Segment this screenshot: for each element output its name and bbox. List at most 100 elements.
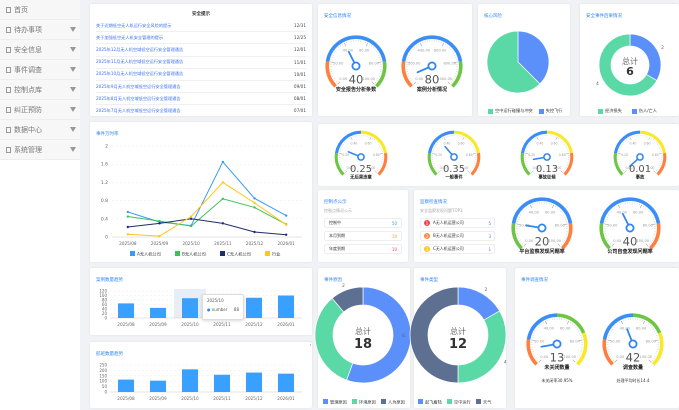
- gauge-tick-label: 60.00: [359, 48, 370, 52]
- slice-value-label: 4: [504, 360, 507, 366]
- gauge-tick: [374, 81, 377, 83]
- card-subtitle: 安全监察发现问题TOP3: [420, 208, 463, 213]
- notice-link[interactable]: 2025年8月无人机空域低空运行安全管理通告: [96, 96, 181, 102]
- gauge-tick-label: 0.60: [365, 141, 372, 145]
- notice-link[interactable]: 2025年12月无人机空域低空运行安全管理通告: [96, 47, 183, 53]
- data-point: [158, 234, 161, 238]
- total-label: 总计: [355, 326, 371, 336]
- gauge-tick: [645, 243, 649, 247]
- sidebar-item[interactable]: 首页: [0, 0, 80, 20]
- gauge-tick: [609, 332, 611, 334]
- notice-link[interactable]: 2025年10月无人机空域低空运行安全管理通告: [96, 71, 183, 77]
- sidebar-item[interactable]: 数据中心: [0, 120, 80, 140]
- data-point: [126, 210, 130, 214]
- legend-item[interactable]: 伤人/亡人: [631, 108, 657, 114]
- gauge-tick: [345, 170, 348, 173]
- chevron-down-icon[interactable]: [70, 47, 76, 52]
- notice-row[interactable]: 2025年7月无人机空域低空运行安全管理通告 07/01: [96, 105, 306, 118]
- notice-link[interactable]: 关于近期低空无人机运行安全风险的提示: [96, 23, 171, 29]
- gauge-value: 80: [425, 72, 440, 86]
- top3-row[interactable]: 3 C无人机运营公司 1: [420, 244, 495, 254]
- sidebar-item[interactable]: 待办事项: [0, 20, 80, 40]
- gauge-tick: [519, 214, 522, 216]
- gauge-tick: [652, 237, 654, 239]
- gauge-tick: [561, 140, 563, 142]
- gauge-tick: [437, 142, 439, 144]
- data-point: [284, 233, 288, 236]
- gauge-pivot: [552, 339, 562, 349]
- top3-row[interactable]: 2 B无人机运营公司 3: [420, 231, 495, 241]
- gauge-tick: [560, 170, 563, 173]
- notice-row[interactable]: 2025年8月无人机空域低空运行安全管理通告 08/01: [96, 93, 306, 106]
- gauge-tick: [614, 359, 618, 363]
- legend-swatch: [418, 399, 423, 404]
- gauge-tick: [608, 241, 610, 243]
- gauge-pivot: [537, 223, 547, 233]
- control-point-row[interactable]: 本月到期 10: [324, 231, 402, 241]
- event-rate-line-chart: 0 0.4 0.8 1.2 1.6 2 2025/08 2025/09 2025/10 2025/…: [101, 144, 302, 258]
- legend-item[interactable]: 经济损失: [598, 108, 622, 114]
- gauge-tick: [657, 168, 659, 170]
- legend-label: C无人机公司: [227, 251, 251, 258]
- gauge-label: 公司自查发现问题率: [607, 248, 652, 255]
- gauge-tick: [656, 170, 658, 172]
- chevron-down-icon[interactable]: [70, 127, 76, 132]
- gauge-tick: [334, 50, 337, 52]
- top3-row[interactable]: 1 A无人机运营公司 5: [420, 218, 495, 228]
- rank-badge: 2: [424, 233, 430, 239]
- y-tick-label: 20: [102, 311, 108, 316]
- chevron-down-icon[interactable]: [70, 27, 76, 32]
- gauge-tick: [609, 243, 612, 245]
- sidebar-item-label: 控制点库: [14, 85, 42, 94]
- chevron-down-icon[interactable]: [70, 107, 76, 112]
- gauge-tick: [434, 145, 436, 147]
- gauge-tick: [562, 241, 564, 243]
- gauge-tick: [438, 140, 440, 142]
- gauge-tick: [577, 357, 579, 359]
- sidebar-item-label: 首页: [14, 5, 28, 14]
- notice-link[interactable]: 关于加强低空无人机安全管理的提示: [96, 35, 163, 41]
- sidebar-item-label: 纠正预防: [14, 105, 42, 114]
- chevron-down-icon[interactable]: [70, 87, 76, 92]
- gauge-pivot: [450, 153, 458, 161]
- chevron-down-icon[interactable]: [70, 147, 76, 152]
- gauge-tick: [343, 170, 345, 172]
- notice-row[interactable]: 2025年10月无人机空域低空运行安全管理通告 10/01: [96, 69, 306, 81]
- gauge-tick: [336, 48, 338, 50]
- control-point-row[interactable]: 控制中 50: [324, 218, 402, 228]
- gauge-tick-label: 80.00: [643, 224, 654, 228]
- data-point: [221, 160, 225, 164]
- inspection-card: 监察检查情况 安全监察发现问题TOP3 1 A无人机运营公司 5 2 B无人机运营公司 3…: [414, 190, 679, 262]
- legend-swatch: [352, 399, 357, 404]
- sidebar: 首页待办事项 安全信息 事件调查控制点库纠正预防数据中心 系统管理: [0, 0, 80, 410]
- sidebar-item[interactable]: 系统管理: [0, 140, 80, 160]
- gauge-tick: [408, 75, 410, 77]
- sidebar-item[interactable]: 安全信息: [0, 40, 80, 60]
- gauge-value: 0.01: [629, 164, 651, 175]
- notice-row[interactable]: 2025年11月无人机空域低空运行安全管理通告 11/01: [96, 57, 306, 69]
- gauge-tick: [441, 138, 443, 140]
- gauge-tick: [653, 170, 656, 173]
- legend-item[interactable]: 失控飞行: [538, 108, 562, 114]
- notice-link[interactable]: 2025年7月无人机空域低空运行安全管理通告: [96, 108, 181, 114]
- gauge-tick: [563, 239, 565, 241]
- gauge-tick: [369, 137, 372, 140]
- sidebar-item[interactable]: 纠正预防: [0, 100, 80, 120]
- gauge-tick: [374, 48, 376, 50]
- notice-row[interactable]: 2025年12月无人机空域低空运行安全管理通告 12/01: [96, 44, 306, 57]
- notice-row[interactable]: 2025年9月无人机空域低空运行安全管理通告 09/01: [96, 81, 306, 94]
- legend-item[interactable]: 空中运行碰撞与冲突: [488, 108, 533, 114]
- notice-row[interactable]: 关于加强低空无人机安全管理的提示 12/25: [96, 32, 306, 45]
- notice-row[interactable]: 关于近期低空无人机运行安全风险的提示 12/31: [96, 20, 306, 33]
- notice-link[interactable]: 2025年9月无人机空域低空运行安全管理通告: [96, 84, 181, 90]
- sidebar-item[interactable]: 控制点库: [0, 80, 80, 100]
- control-point-row[interactable]: 年度到期 10: [324, 244, 402, 254]
- sidebar-item[interactable]: 事件调查: [0, 60, 80, 80]
- notice-date: 10/01: [293, 71, 306, 77]
- gauge-tick: [650, 214, 653, 216]
- series-line: [127, 218, 287, 236]
- gauge-tick: [607, 239, 609, 241]
- gauge-tick-label: 60.00: [560, 326, 571, 330]
- chevron-down-icon[interactable]: [70, 67, 76, 72]
- notice-link[interactable]: 2025年11月无人机空域低空运行安全管理通告: [96, 59, 183, 65]
